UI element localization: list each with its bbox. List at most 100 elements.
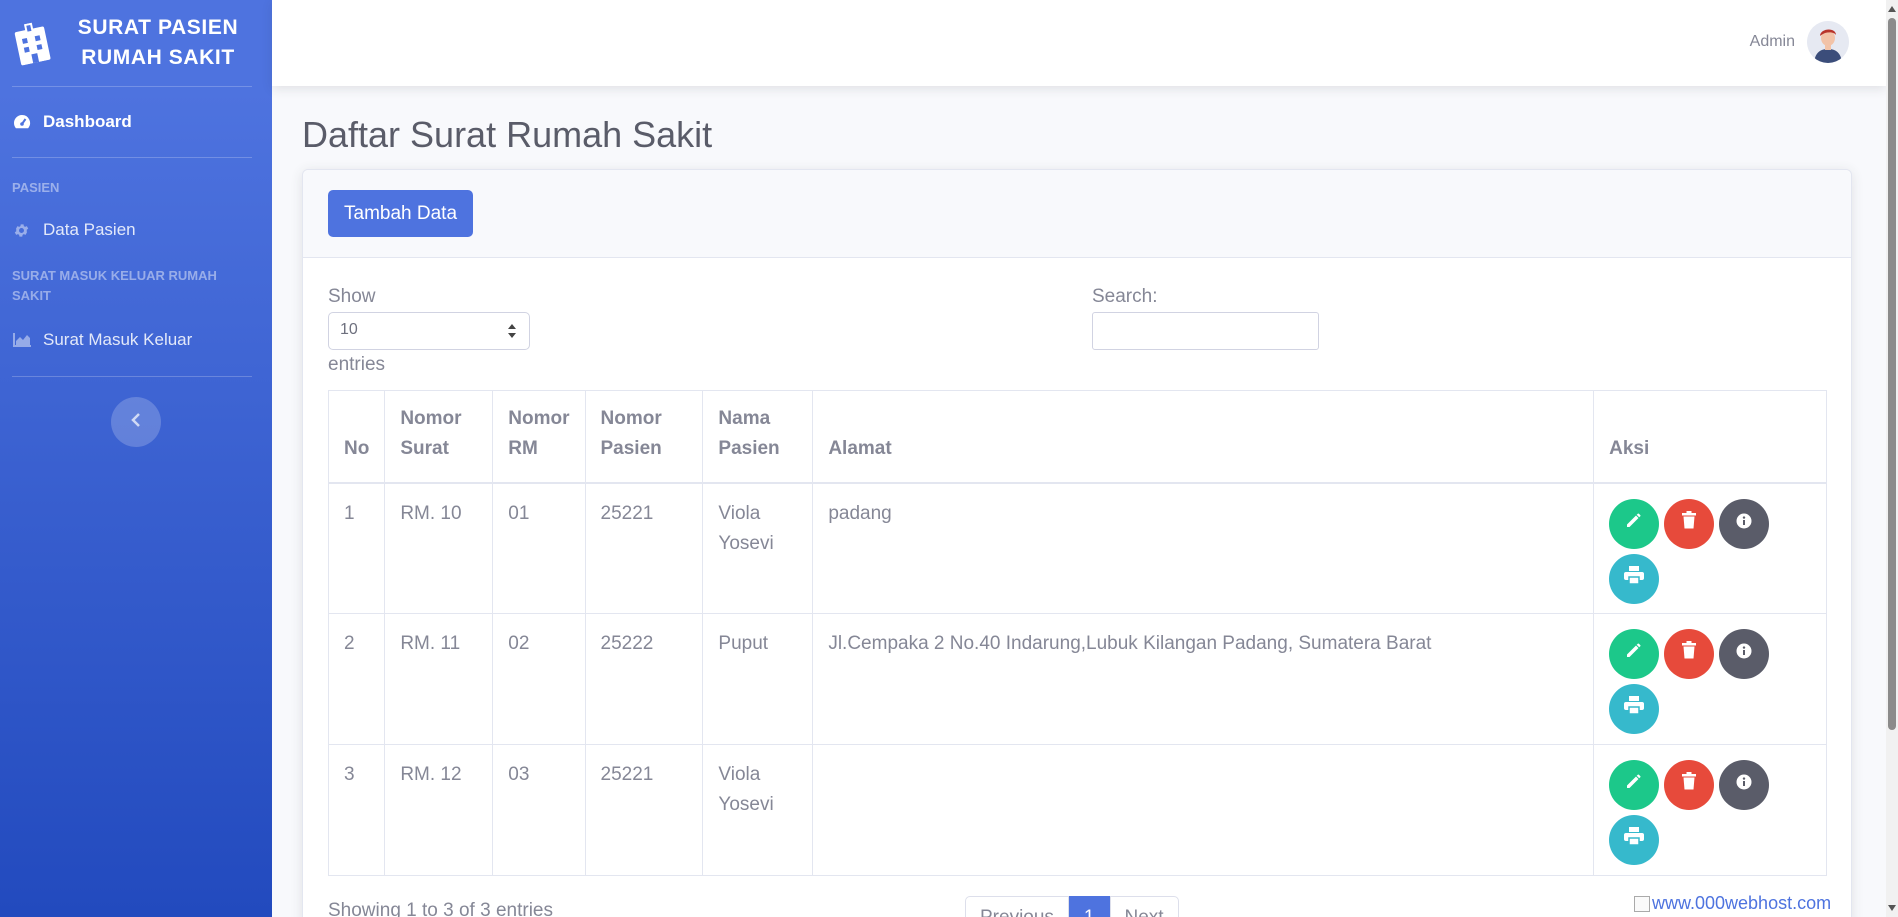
detail-button[interactable] [1719, 629, 1770, 679]
detail-button[interactable] [1719, 760, 1770, 810]
cell-nomor-surat: RM. 10 [384, 482, 494, 614]
brand-line-2: RUMAH SAKIT [81, 46, 235, 69]
sidebar-toggle-button[interactable] [111, 397, 161, 447]
sidebar-item-surat-masuk-keluar[interactable]: Surat Masuk Keluar [0, 318, 272, 362]
user-dropdown[interactable]: Admin [1750, 21, 1849, 63]
detail-button[interactable] [1719, 498, 1770, 549]
pagination-previous[interactable]: Previous [965, 896, 1069, 917]
pagination-next[interactable]: Next [1109, 896, 1179, 917]
tachometer-icon [13, 114, 31, 130]
entries-label: entries [328, 354, 386, 375]
trash-icon [1681, 509, 1697, 539]
nama-line: Yosevi [718, 794, 774, 815]
data-table: No Nomor Surat Nomor RM Nomor Pasien Nama Pa… [327, 390, 1827, 876]
cell-aksi [1593, 744, 1827, 876]
sidebar-item-label: Surat Masuk Keluar [43, 330, 193, 349]
pagination-page[interactable]: 1 [1068, 896, 1110, 917]
cell-nomor-rm: 01 [492, 482, 586, 614]
hospital-icon [6, 17, 58, 69]
edit-button[interactable] [1609, 629, 1660, 679]
topbar: Admin [272, 0, 1886, 86]
sidebar-heading-pasien: PASIEN [12, 180, 60, 195]
broken-image-icon [1634, 895, 1650, 912]
cell-aksi [1593, 613, 1827, 745]
cell-no: 3 [327, 744, 386, 876]
delete-button[interactable] [1664, 629, 1715, 679]
col-header-nomor-pasien[interactable]: Nomor Pasien [584, 390, 704, 484]
scroll-up-icon[interactable] [1888, 6, 1896, 12]
col-header-no[interactable]: No [327, 390, 386, 484]
show-label: Show [328, 286, 376, 307]
cell-nama-pasien: Viola Yosevi [702, 744, 814, 876]
nama-line: Puput [718, 633, 769, 654]
brand-title: SURAT PASIEN RUMAH SAKIT [54, 13, 272, 73]
info-circle-icon [1736, 770, 1752, 800]
table-row: 1 RM. 10 01 25221 Viola Yosevi padang [327, 482, 1827, 614]
cell-aksi [1593, 482, 1827, 614]
row-actions [1609, 760, 1774, 865]
cell-no: 2 [327, 613, 386, 745]
col-header-nomor-surat[interactable]: Nomor Surat [384, 390, 494, 484]
page-scrollbar[interactable] [1886, 0, 1898, 917]
info-circle-icon [1736, 509, 1752, 539]
entries-select-value: 10 [340, 321, 358, 338]
scroll-thumb[interactable] [1888, 18, 1896, 730]
printer-icon [1624, 694, 1645, 724]
sidebar-item-data-pasien[interactable]: Data Pasien [0, 208, 272, 252]
sidebar-item-label: Dashboard [43, 112, 132, 131]
page-title: Daftar Surat Rumah Sakit [302, 114, 713, 155]
print-button[interactable] [1609, 684, 1660, 734]
gear-icon [13, 222, 31, 239]
table-info: Showing 1 to 3 of 3 entries [328, 900, 553, 917]
add-data-button[interactable]: Tambah Data [328, 190, 474, 237]
table-row: 3 RM. 12 03 25221 Viola Yosevi [327, 744, 1827, 876]
info-circle-icon [1736, 639, 1752, 669]
data-card: Tambah Data Show 10 entries Search: No N… [302, 169, 1852, 917]
col-header-alamat[interactable]: Alamat [812, 390, 1595, 484]
brand[interactable]: SURAT PASIEN RUMAH SAKIT [0, 0, 272, 86]
header-label: Nama [718, 407, 771, 429]
sidebar-divider [12, 157, 252, 158]
header-label: Aksi [1609, 437, 1650, 459]
search-label: Search: [1092, 286, 1158, 307]
cell-alamat: Jl.Cempaka 2 No.40 Indarung,Lubuk Kilang… [812, 613, 1595, 745]
sidebar-item-dashboard[interactable]: Dashboard [0, 87, 272, 157]
webhost-badge[interactable]: www.000webhost.com [1634, 893, 1831, 914]
area-chart-icon [13, 333, 31, 347]
delete-button[interactable] [1664, 498, 1715, 549]
edit-button[interactable] [1609, 498, 1660, 549]
print-button[interactable] [1609, 815, 1660, 865]
edit-button[interactable] [1609, 760, 1660, 810]
nama-line: Viola [718, 764, 761, 785]
printer-icon [1624, 825, 1645, 855]
sidebar-divider [12, 376, 252, 377]
nama-line: Yosevi [718, 532, 774, 554]
header-label: Nomor [508, 407, 570, 429]
col-header-nama-pasien[interactable]: Nama Pasien [702, 390, 814, 484]
header-label: RM [508, 437, 538, 459]
avatar [1807, 21, 1849, 63]
col-header-aksi[interactable]: Aksi [1593, 390, 1827, 484]
scroll-down-icon[interactable] [1888, 905, 1896, 911]
delete-button[interactable] [1664, 760, 1715, 810]
nama-line: Viola [718, 502, 761, 524]
col-header-nomor-rm[interactable]: Nomor RM [492, 390, 586, 484]
chevron-left-icon [131, 412, 141, 432]
cell-no: 1 [327, 482, 386, 614]
user-name: Admin [1749, 33, 1795, 50]
entries-select[interactable]: 10 [328, 312, 530, 350]
table-row: 2 RM. 11 02 25222 Puput Jl.Cempaka 2 No.… [327, 613, 1827, 745]
sidebar-heading-surat: SURAT MASUK KELUAR RUMAH SAKIT [12, 268, 217, 303]
trash-icon [1681, 770, 1697, 800]
cell-alamat [812, 744, 1595, 876]
search-input[interactable] [1092, 312, 1319, 350]
header-label: Surat [400, 437, 449, 459]
cell-nomor-surat: RM. 12 [384, 744, 494, 876]
cell-nomor-surat: RM. 11 [384, 613, 494, 745]
cell-alamat: padang [812, 482, 1595, 614]
printer-icon [1624, 564, 1645, 594]
cell-nomor-rm: 03 [492, 744, 586, 876]
print-button[interactable] [1609, 553, 1660, 604]
cell-nama-pasien: Puput [702, 613, 814, 745]
sidebar-item-label: Data Pasien [43, 220, 136, 239]
